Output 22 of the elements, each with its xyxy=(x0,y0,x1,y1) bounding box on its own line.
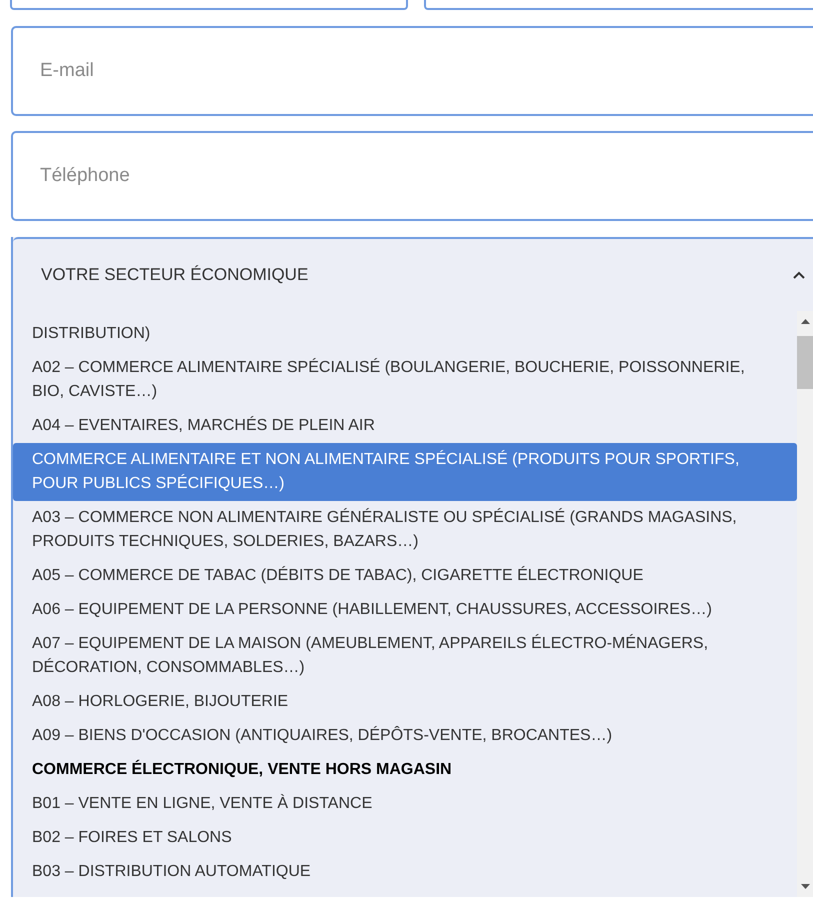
dropdown-option[interactable]: COMMERCE ALIMENTAIRE ET NON ALIMENTAIRE SPÉCIALISÉ (PRODUITS POUR SPORTIFS, POUR PUBLICS SPÉCIFIQUES…) xyxy=(13,443,797,501)
scrollbar-thumb[interactable] xyxy=(797,336,813,389)
dropdown-option[interactable]: A04 – EVENTAIRES, MARCHÉS DE PLEIN AIR xyxy=(13,409,797,443)
scroll-up-icon[interactable] xyxy=(800,319,810,324)
dropdown-option[interactable]: B03 – DISTRIBUTION AUTOMATIQUE xyxy=(13,855,797,889)
dropdown-option[interactable]: B02 – FOIRES ET SALONS xyxy=(13,821,797,855)
dropdown-option[interactable]: B01 – VENTE EN LIGNE, VENTE À DISTANCE xyxy=(13,787,797,821)
dropdown-option[interactable]: A08 – HORLOGERIE, BIJOUTERIE xyxy=(13,685,797,719)
input-field[interactable] xyxy=(10,0,408,10)
dropdown-option[interactable]: DISTRIBUTION) xyxy=(13,317,797,351)
dropdown-option[interactable]: A09 – BIENS D'OCCASION (ANTIQUAIRES, DÉPÔTS-VENTE, BROCANTES…) xyxy=(13,719,797,753)
dropdown-option[interactable]: A06 – EQUIPEMENT DE LA PERSONNE (HABILLEMENT, CHAUSSURES, ACCESSOIRES…) xyxy=(13,593,797,627)
input-field[interactable] xyxy=(424,0,813,10)
scroll-down-icon[interactable] xyxy=(800,884,810,889)
option-group-label: COMMERCE ÉLECTRONIQUE, VENTE HORS MAGASIN xyxy=(31,758,453,780)
dropdown-option[interactable]: A03 – COMMERCE NON ALIMENTAIRE GÉNÉRALISTE OU SPÉCIALISÉ (GRANDS MAGASINS, PRODUITS TECHNIQUES, SOLDERIES, BAZARS…) xyxy=(13,501,797,559)
scrollbar[interactable] xyxy=(797,311,813,897)
dropdown-option[interactable]: A05 – COMMERCE DE TABAC (DÉBITS DE TABAC), CIGARETTE ÉLECTRONIQUE xyxy=(13,559,797,593)
dropdown-option[interactable]: A02 – COMMERCE ALIMENTAIRE SPÉCIALISÉ (BOULANGERIE, BOUCHERIE, POISSONNERIE, BIO, CAVISTE…) xyxy=(13,351,797,409)
input-field[interactable]: E-mail xyxy=(11,26,813,116)
input-field[interactable]: Téléphone xyxy=(11,131,813,221)
dropdown-option[interactable]: A07 – EQUIPEMENT DE LA MAISON (AMEUBLEMENT, APPAREILS ÉLECTRO-MÉNAGERS, DÉCORATION, CONSOMMABLES…) xyxy=(13,627,797,685)
